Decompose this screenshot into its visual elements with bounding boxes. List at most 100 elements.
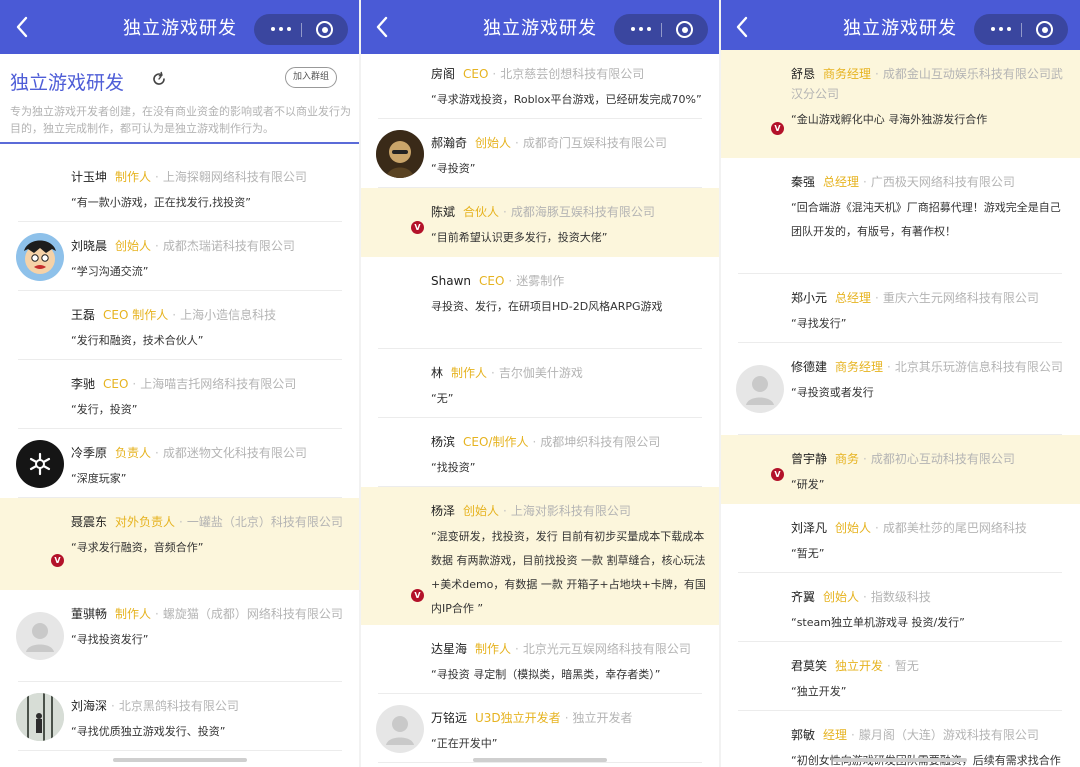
member-role: 总经理 bbox=[835, 291, 872, 305]
target-icon[interactable] bbox=[1036, 21, 1053, 38]
separator-dot: · bbox=[503, 205, 507, 219]
member-company: 广西极天网络科技有限公司 bbox=[870, 175, 1015, 189]
member-quote: “独立开发” bbox=[791, 685, 847, 698]
member-row[interactable]: V 舒恳 商务经理 · 成都金山互动娱乐科技有限公司武汉分公司 “金山游戏孵化中心 寻海外… bbox=[720, 50, 1080, 158]
member-row[interactable]: 杨滨 CEO/制作人 · 成都坤织科技有限公司 “找投资” bbox=[360, 418, 720, 487]
member-role: 负责人 bbox=[115, 446, 152, 460]
avatar[interactable] bbox=[376, 130, 424, 178]
separator-dot: · bbox=[515, 642, 519, 656]
member-row[interactable]: 修德建 商务经理 · 北京其乐玩游信息科技有限公司 “寻投资或者发行 bbox=[720, 343, 1080, 435]
member-name: 秦强 bbox=[791, 175, 816, 189]
member-row[interactable]: 刘泽凡 创始人 · 成都美杜莎的尾巴网络科技 “暂无” bbox=[720, 504, 1080, 573]
member-meta: 齐翼 创始人 · 指数级科技 bbox=[791, 587, 1066, 607]
member-meta: 刘泽凡 创始人 · 成都美杜莎的尾巴网络科技 bbox=[791, 518, 1066, 538]
member-company: 成都迷物文化科技有限公司 bbox=[162, 446, 307, 460]
member-meta: 董骐畅 制作人 · 螺旋猫（成都）网络科技有限公司 bbox=[71, 604, 346, 624]
member-row[interactable]: 刘海深 · 北京黑鸽科技有限公司 “寻找优质独立游戏发行、投资” bbox=[0, 682, 360, 751]
member-row[interactable]: V 陈斌 合伙人 · 成都海豚互娱科技有限公司 “目前希望认识更多发行，投资大佬” bbox=[360, 188, 720, 257]
member-row[interactable]: 林制作人 · 吉尔伽美什游戏 “无” bbox=[360, 349, 720, 418]
member-row[interactable]: 达星海 制作人 · 北京光元互娱网络科技有限公司 “寻投资 寻定制（模拟类，暗黑类，幸存… bbox=[360, 625, 720, 694]
more-dots-icon[interactable] bbox=[988, 14, 1014, 45]
avatar[interactable] bbox=[16, 693, 64, 741]
member-quote: “寻投资 寻定制（模拟类，暗黑类，幸存者类）” bbox=[431, 668, 661, 681]
member-meta: 王磊 CEO 制作人 · 上海小造信息科技 bbox=[71, 305, 346, 325]
member-meta: Shawn CEO · 迷雾制作 bbox=[431, 271, 706, 291]
refresh-icon[interactable] bbox=[151, 71, 167, 87]
member-row[interactable]: 君莫笑 独立开发 · 暂无 “独立开发” bbox=[720, 642, 1080, 711]
member-row[interactable]: 秦强 总经理 · 广西极天网络科技有限公司 “回合端游《混沌天机》厂商招募代理！游戏完全… bbox=[720, 158, 1080, 274]
member-row[interactable]: V 聂震东 对外负责人 · 一罐盐（北京）科技有限公司 “寻求发行融资，音频合作” bbox=[0, 498, 360, 590]
member-meta: 舒恳 商务经理 · 成都金山互动娱乐科技有限公司武汉分公司 bbox=[791, 64, 1066, 104]
avatar[interactable] bbox=[16, 612, 64, 660]
member-info: 秦强 总经理 · 广西极天网络科技有限公司 “回合端游《混沌天机》厂商招募代理！游戏完全… bbox=[791, 172, 1066, 244]
mini-program-capsule bbox=[254, 14, 348, 45]
member-role: 创始人 bbox=[463, 504, 500, 518]
more-dots-icon[interactable] bbox=[628, 14, 654, 45]
group-header: 独立游戏研发 加入群组 专为独立游戏开发者创建，在没有商业资金的影响或者不以商业… bbox=[0, 54, 360, 144]
separator-dot: · bbox=[111, 699, 115, 713]
verified-badge-icon: V bbox=[411, 221, 424, 234]
target-icon[interactable] bbox=[316, 21, 333, 38]
avatar[interactable] bbox=[736, 365, 784, 413]
member-info: 君莫笑 独立开发 · 暂无 “独立开发” bbox=[791, 656, 1066, 704]
member-row[interactable]: Shawn CEO · 迷雾制作 寻投资、发行，在研项目HD-2D风格ARPG游戏 bbox=[360, 257, 720, 349]
member-name: 修德建 bbox=[791, 360, 828, 374]
verified-badge-icon: V bbox=[771, 122, 784, 135]
member-row[interactable]: 齐翼 创始人 · 指数级科技 “steam独立单机游戏寻 投资/发行” bbox=[720, 573, 1080, 642]
member-row[interactable]: 房阁 CEO · 北京慈芸创想科技有限公司 “寻求游戏投资，Roblox平台游戏，已经研… bbox=[360, 50, 720, 119]
member-name: 达星海 bbox=[431, 642, 468, 656]
member-row[interactable]: 董骐畅 制作人 · 螺旋猫（成都）网络科技有限公司 “寻找投资发行” bbox=[0, 590, 360, 682]
more-dots-icon[interactable] bbox=[268, 14, 294, 45]
member-company: 指数级科技 bbox=[870, 590, 931, 604]
member-meta: 房阁 CEO · 北京慈芸创想科技有限公司 bbox=[431, 64, 706, 84]
member-meta: 君莫笑 独立开发 · 暂无 bbox=[791, 656, 1066, 676]
member-quote: “混变研发，找投资，发行 目前有初步买量成本下载成本数据 有两款游戏，目前找投资… bbox=[431, 530, 706, 615]
member-company: 北京光元互娱网络科技有限公司 bbox=[522, 642, 691, 656]
member-row[interactable]: V 曾宇静 商务 · 成都初心互动科技有限公司 “研发” bbox=[720, 435, 1080, 504]
member-company: 北京其乐玩游信息科技有限公司 bbox=[894, 360, 1063, 374]
separator-dot: · bbox=[155, 239, 159, 253]
member-row[interactable]: 王磊 CEO 制作人 · 上海小造信息科技 “发行和融资，技术合伙人” bbox=[0, 291, 360, 360]
member-role: 经理 bbox=[823, 728, 848, 742]
verified-badge-icon: V bbox=[771, 468, 784, 481]
separator-dot: · bbox=[503, 504, 507, 518]
member-info: 刘晓晨 创始人 · 成都杰瑞诺科技有限公司 “学习沟通交流” bbox=[71, 236, 346, 284]
avatar[interactable] bbox=[16, 440, 64, 488]
member-info: 杨泽 创始人 · 上海对影科技有限公司 “混变研发，找投资，发行 目前有初步买量成本下载… bbox=[431, 501, 706, 621]
member-quote: “寻求游戏投资，Roblox平台游戏，已经研发完成70%” bbox=[431, 93, 702, 106]
member-info: 计玉坤 制作人 · 上海探翱网络科技有限公司 “有一款小游戏，正在找发行,找投资” bbox=[71, 167, 346, 215]
member-info: 曾宇静 商务 · 成都初心互动科技有限公司 “研发” bbox=[791, 449, 1066, 497]
member-row[interactable]: 李驰 CEO · 上海喵吉托网络科技有限公司 “发行，投资” bbox=[0, 360, 360, 429]
separator-dot: · bbox=[155, 446, 159, 460]
row-divider bbox=[18, 750, 342, 751]
member-quote: “找投资” bbox=[431, 461, 476, 474]
join-group-button[interactable]: 加入群组 bbox=[285, 67, 337, 88]
member-name: 郑小元 bbox=[791, 291, 828, 305]
member-info: 刘泽凡 创始人 · 成都美杜莎的尾巴网络科技 “暂无” bbox=[791, 518, 1066, 566]
member-row[interactable]: 郑小元 总经理 · 重庆六生元网络科技有限公司 “寻找发行” bbox=[720, 274, 1080, 343]
member-row[interactable]: 万铭远 U3D独立开发者 · 独立开发者 “正在开发中” bbox=[360, 694, 720, 763]
avatar[interactable] bbox=[16, 233, 64, 281]
member-quote: “无” bbox=[431, 392, 454, 405]
member-meta: 万铭远 U3D独立开发者 · 独立开发者 bbox=[431, 708, 706, 728]
member-row[interactable]: 刘晓晨 创始人 · 成都杰瑞诺科技有限公司 “学习沟通交流” bbox=[0, 222, 360, 291]
member-role: CEO bbox=[479, 274, 505, 288]
avatar[interactable] bbox=[376, 705, 424, 753]
screen-panel-3: 独立游戏研发 V 舒恳 商务经理 · 成都金山互动娱乐科技有限公司武汉分公司 “金山游戏孵… bbox=[720, 0, 1080, 767]
member-company: 吉尔伽美什游戏 bbox=[498, 366, 583, 380]
member-row[interactable]: V 杨泽 创始人 · 上海对影科技有限公司 “混变研发，找投资，发行 目前有初步买量成本下… bbox=[360, 487, 720, 625]
member-quote: “寻求发行融资，音频合作” bbox=[71, 541, 204, 554]
member-role: 对外负责人 bbox=[115, 515, 176, 529]
member-quote: “寻投资或者发行 bbox=[791, 386, 874, 399]
member-meta: 郝瀚奇 创始人 · 成都奇门互娱科技有限公司 bbox=[431, 133, 706, 153]
separator-dot: · bbox=[155, 170, 159, 184]
member-row[interactable]: 冷季原 负责人 · 成都迷物文化科技有限公司 “深度玩家” bbox=[0, 429, 360, 498]
separator-dot: · bbox=[508, 274, 513, 288]
target-icon[interactable] bbox=[676, 21, 693, 38]
separator-dot: · bbox=[515, 136, 519, 150]
member-row[interactable]: 郝瀚奇 创始人 · 成都奇门互娱科技有限公司 “寻投资” bbox=[360, 119, 720, 188]
group-description: 专为独立游戏开发者创建，在没有商业资金的影响或者不以商业发行为目的，独立完成制作… bbox=[10, 105, 351, 135]
member-row[interactable]: 计玉坤 制作人 · 上海探翱网络科技有限公司 “有一款小游戏，正在找发行,找投资” bbox=[0, 153, 360, 222]
member-quote: “深度玩家” bbox=[71, 472, 127, 485]
member-quote: “寻投资” bbox=[431, 162, 476, 175]
